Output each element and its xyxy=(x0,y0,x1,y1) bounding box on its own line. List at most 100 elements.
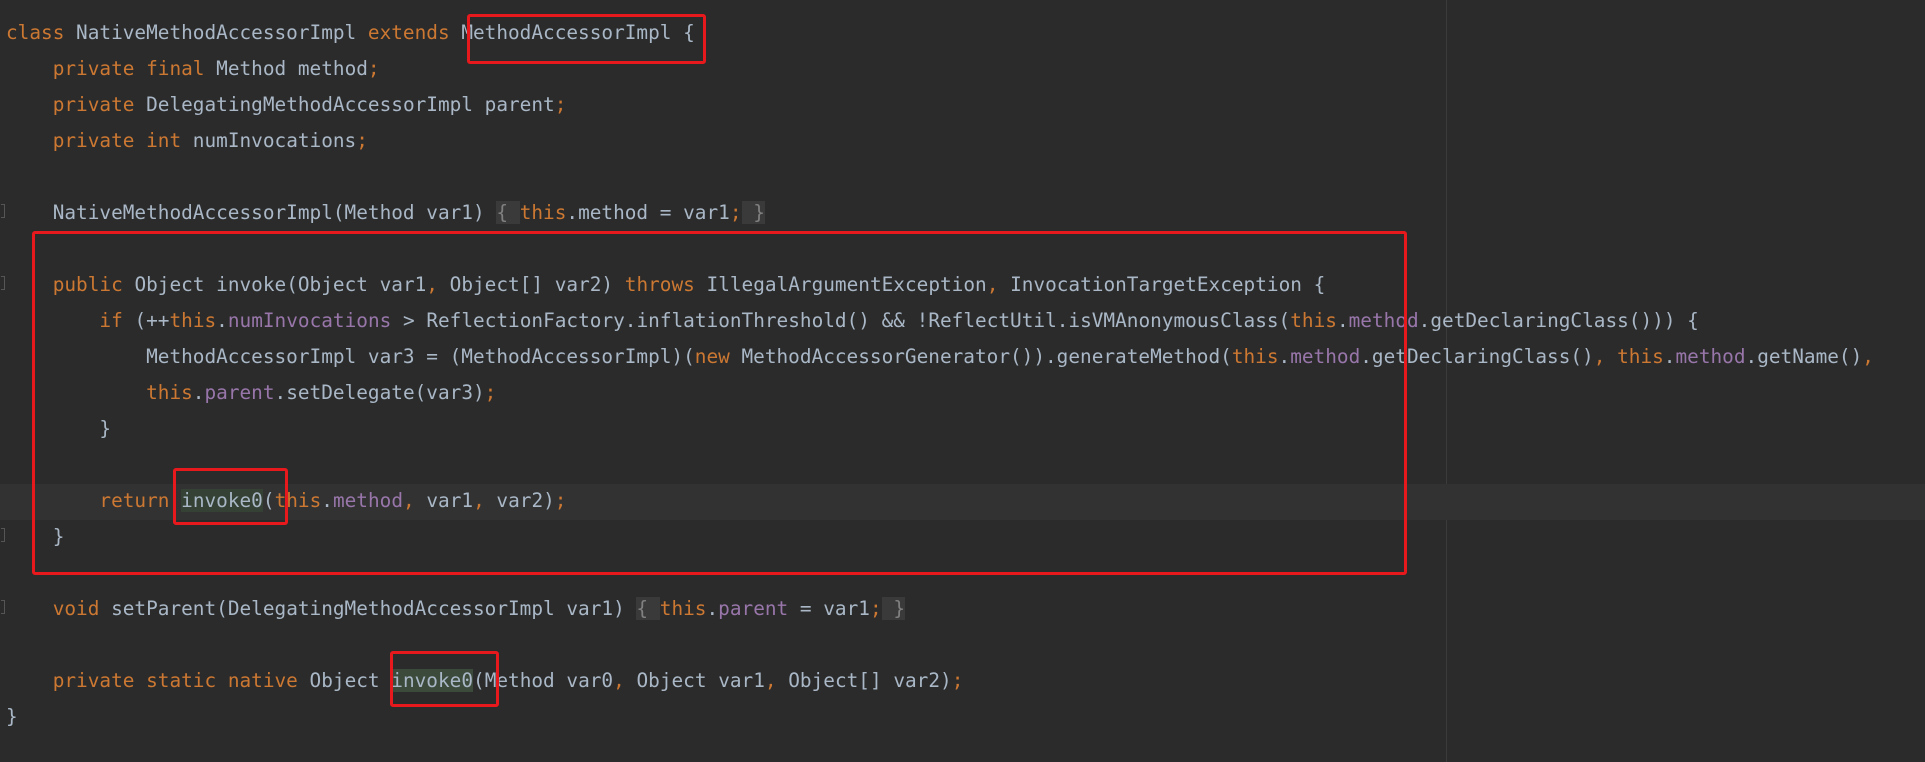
code-token: , xyxy=(1593,345,1618,368)
code-line[interactable]: if (++this.numInvocations > ReflectionFa… xyxy=(6,303,1699,339)
code-token: (++ xyxy=(134,309,170,332)
code-token: Object var1 xyxy=(636,669,765,692)
code-token: , xyxy=(1862,345,1874,368)
code-token: this xyxy=(659,597,707,620)
code-token: , xyxy=(426,273,450,296)
code-token: ; xyxy=(356,129,368,152)
code-token: , xyxy=(986,273,1011,296)
code-line[interactable]: NativeMethodAccessorImpl(Method var1) { … xyxy=(6,195,765,231)
code-token: this xyxy=(169,309,217,332)
code-token: ; xyxy=(869,597,882,620)
code-line[interactable]: private final Method method; xyxy=(6,51,380,87)
code-token: throws xyxy=(624,273,707,296)
code-token: . xyxy=(1278,345,1291,368)
code-token: this xyxy=(1231,345,1279,368)
code-token: . xyxy=(1663,345,1676,368)
code-token: Object[] var2) xyxy=(449,273,625,296)
code-token: this xyxy=(1290,309,1337,332)
code-line[interactable]: class NativeMethodAccessorImpl extends M… xyxy=(6,15,695,51)
code-editor[interactable]: class NativeMethodAccessorImpl extends M… xyxy=(0,0,1925,762)
code-token: void xyxy=(52,597,112,620)
code-token: } xyxy=(881,597,905,620)
code-token: ; xyxy=(951,669,964,692)
code-line[interactable]: void setParent(DelegatingMethodAccessorI… xyxy=(6,591,905,627)
code-token: private int xyxy=(52,129,193,152)
code-token: } xyxy=(6,705,18,728)
code-token: method xyxy=(332,489,403,512)
fold-marker[interactable] xyxy=(1,276,5,290)
code-token: , xyxy=(764,669,789,692)
code-line[interactable]: public Object invoke(Object var1, Object… xyxy=(6,267,1326,303)
code-token: , xyxy=(473,489,497,512)
code-token: . xyxy=(706,597,719,620)
code-line[interactable]: this.parent.setDelegate(var3); xyxy=(6,375,496,411)
code-token: Object invoke(Object var1 xyxy=(134,273,427,296)
code-token: ; xyxy=(554,93,567,116)
code-line[interactable]: MethodAccessorImpl var3 = (MethodAccesso… xyxy=(6,339,1874,375)
code-token: method xyxy=(1348,309,1419,332)
code-token: return xyxy=(99,489,182,512)
code-token: .method = var1 xyxy=(566,201,730,224)
code-token: private xyxy=(52,93,147,116)
code-line[interactable]: } xyxy=(6,411,111,447)
code-line[interactable]: return invoke0(this.method, var1, var2); xyxy=(6,483,566,519)
code-token: parent xyxy=(718,597,789,620)
code-token: private static native xyxy=(52,669,310,692)
code-token: . xyxy=(321,489,333,512)
code-token: } xyxy=(741,201,765,224)
code-token: .setDelegate(var3) xyxy=(274,381,485,404)
code-token: IllegalArgumentException xyxy=(706,273,987,296)
fold-marker[interactable] xyxy=(1,204,5,218)
code-token: var2) xyxy=(496,489,555,512)
code-token: class xyxy=(6,21,77,44)
code-token: this xyxy=(1617,345,1664,368)
code-token: this xyxy=(146,381,193,404)
code-token: NativeMethodAccessorImpl(Method var1) xyxy=(6,201,497,224)
code-token: { xyxy=(636,597,660,620)
code-token: numInvocations xyxy=(227,309,392,332)
code-token: MethodAccessorImpl var3 = (MethodAccesso… xyxy=(6,345,695,368)
code-token: . xyxy=(192,381,205,404)
code-line[interactable]: } xyxy=(6,699,18,735)
code-token: } xyxy=(6,417,112,440)
code-token: NativeMethodAccessorImpl xyxy=(76,21,368,44)
code-token: method xyxy=(1675,345,1746,368)
code-token: } xyxy=(6,525,65,548)
code-token: Method method xyxy=(216,57,368,80)
code-token: ( xyxy=(262,489,275,512)
code-line[interactable]: } xyxy=(6,519,65,555)
code-token: new xyxy=(694,345,742,368)
code-token: MethodAccessorGenerator()).generateMetho… xyxy=(741,345,1232,368)
code-token: extends xyxy=(367,21,462,44)
code-token: numInvocations xyxy=(192,129,357,152)
code-token: .getName() xyxy=(1745,345,1863,368)
code-token: method xyxy=(1290,345,1361,368)
fold-marker[interactable] xyxy=(1,600,5,614)
fold-marker[interactable] xyxy=(1,528,5,542)
code-token: ; xyxy=(367,57,380,80)
code-token: this xyxy=(519,201,567,224)
code-token: > ReflectionFactory.inflationThreshold()… xyxy=(391,309,1291,332)
code-token: .getDeclaringClass())) { xyxy=(1418,309,1699,332)
code-token: . xyxy=(216,309,228,332)
code-line[interactable]: private DelegatingMethodAccessorImpl par… xyxy=(6,87,567,123)
code-token: ; xyxy=(729,201,742,224)
highlighted-identifier: invoke0 xyxy=(181,489,263,512)
code-line[interactable]: private static native Object invoke0(Met… xyxy=(6,663,963,699)
highlighted-identifier: invoke0 xyxy=(391,669,474,692)
right-margin-guide xyxy=(1446,0,1447,762)
code-line[interactable]: private int numInvocations; xyxy=(6,123,368,159)
code-token: Object[] var2) xyxy=(788,669,952,692)
code-token: this xyxy=(274,489,322,512)
code-token: MethodAccessorImpl xyxy=(461,21,684,44)
code-token: if xyxy=(99,309,135,332)
code-token: = var1 xyxy=(788,597,870,620)
